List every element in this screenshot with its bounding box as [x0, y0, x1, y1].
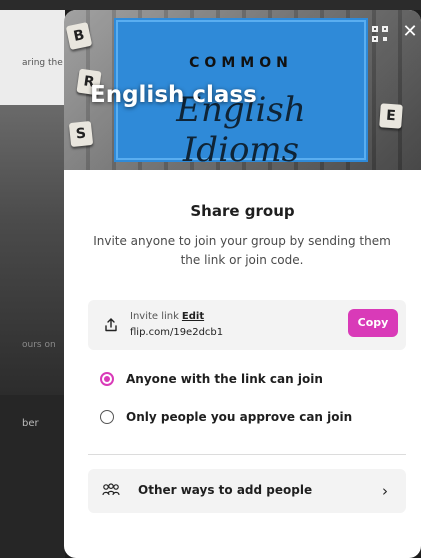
invite-link-text: Invite link — [130, 311, 179, 322]
share-upload-icon — [105, 318, 117, 332]
qr-code-icon[interactable] — [372, 26, 390, 44]
group-cover-image: B R S E COMMON English Idioms English cl… — [64, 10, 421, 170]
edit-link[interactable]: Edit — [182, 311, 204, 322]
book-heading: COMMON — [189, 55, 293, 71]
letter-tile: E — [379, 103, 403, 129]
group-name: English class — [90, 82, 257, 108]
invite-link-panel: Invite link Edit flip.com/19e2dcb1 Copy — [88, 300, 406, 350]
letter-tile: S — [68, 120, 94, 148]
chevron-right-icon: › — [382, 482, 388, 500]
join-option-label: Only people you approve can join — [126, 410, 353, 424]
invite-url: flip.com/19e2dcb1 — [130, 327, 224, 338]
other-ways-button[interactable]: Other ways to add people › — [88, 469, 406, 513]
modal-description: Invite anyone to join your group by send… — [93, 234, 391, 267]
join-option-approve[interactable]: Only people you approve can join — [100, 408, 352, 426]
join-option-anyone[interactable]: Anyone with the link can join — [100, 370, 323, 388]
background-text: ours on — [22, 340, 56, 350]
letter-tile: B — [65, 21, 93, 51]
other-ways-label: Other ways to add people — [138, 483, 313, 497]
copy-button[interactable]: Copy — [348, 309, 398, 337]
radio-selected[interactable] — [100, 372, 114, 386]
modal-title: Share group — [190, 202, 295, 220]
background-card-image — [0, 105, 65, 395]
radio-unselected[interactable] — [100, 410, 114, 424]
share-group-modal: B R S E COMMON English Idioms English cl… — [64, 10, 421, 558]
people-group-icon — [102, 483, 120, 496]
background-text: aring the — [22, 58, 63, 68]
close-icon[interactable]: ✕ — [400, 22, 420, 42]
divider — [88, 454, 406, 455]
background-text: ber — [22, 418, 39, 429]
join-option-label: Anyone with the link can join — [126, 372, 323, 386]
invite-link-label: Invite link Edit — [130, 311, 204, 322]
